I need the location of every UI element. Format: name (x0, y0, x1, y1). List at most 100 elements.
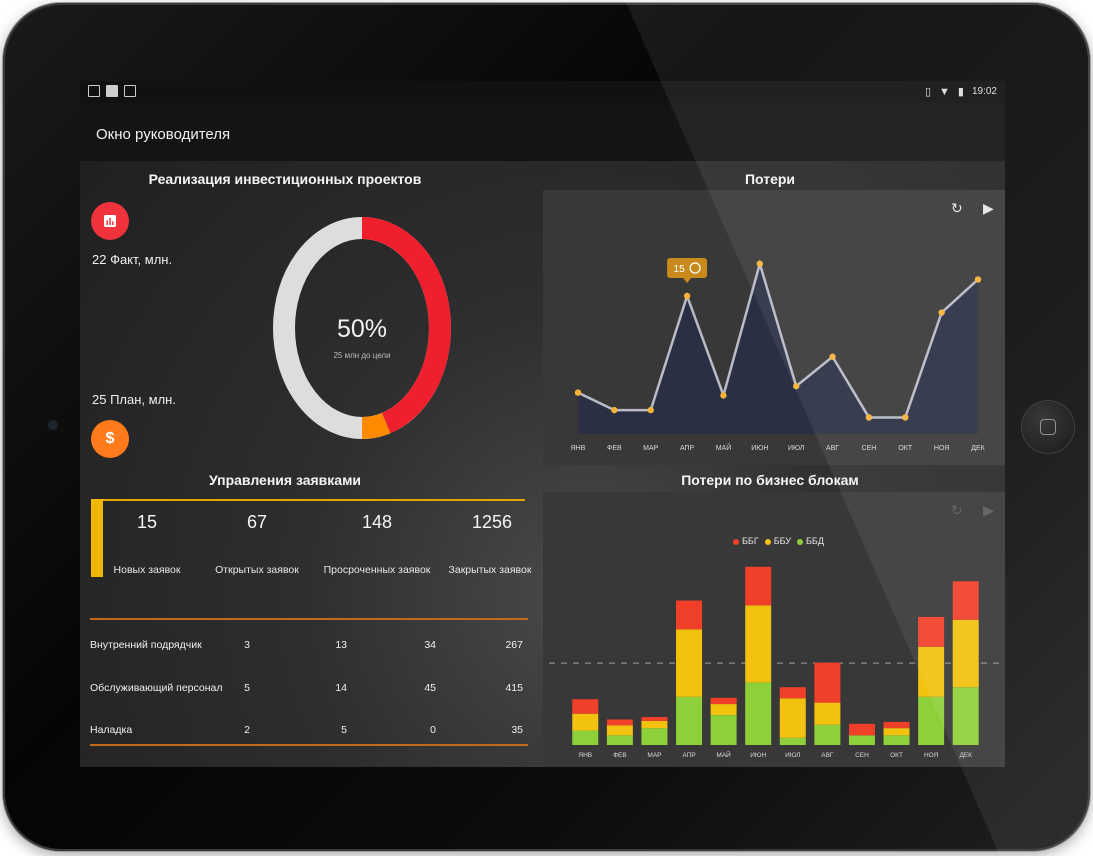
bar-ББГ-8[interactable] (848, 723, 875, 736)
requests-separator-top (90, 618, 528, 620)
gmail-icon (124, 85, 136, 97)
bar-ББД-5[interactable] (745, 682, 772, 745)
bar-ББУ-9[interactable] (883, 728, 910, 736)
bar-ББД-4[interactable] (710, 715, 737, 745)
bar-ББУ-10[interactable] (918, 646, 945, 697)
summary-overdue-value: 148 (361, 512, 393, 532)
row-setup-label: Наладка (90, 724, 133, 736)
losses-point-3[interactable] (683, 292, 691, 300)
bar-ББУ-5[interactable] (745, 605, 772, 683)
business-x-label-5: ИЮН (750, 752, 766, 759)
losses-x-label-4: МАЙ (716, 443, 732, 452)
image-icon (88, 85, 100, 97)
business-x-label-1: ФЕВ (613, 752, 627, 759)
row-internal-contractor-v2: 13 (335, 639, 347, 651)
row-setup-v3: 0 (430, 724, 436, 736)
losses-point-11[interactable] (974, 276, 982, 283)
losses-point-1[interactable] (611, 406, 618, 414)
plan-label: 25 План, млн. (92, 392, 176, 407)
losses-panel: ↻ ▶ ЯНВ ФЕВ МАР АПР МАЙ ИЮН ИЮЛ АВГ СЕН ОКТ НОЯ ДЕК… (543, 190, 1005, 465)
losses-x-label-8: СЕН (862, 445, 877, 452)
bar-ББГ-2[interactable] (641, 717, 668, 721)
bar-ББД-3[interactable] (676, 696, 703, 745)
bar-ББГ-5[interactable] (745, 566, 772, 606)
vibrate-icon: ▯ (924, 86, 932, 98)
losses-x-label-0: ЯНВ (571, 445, 586, 452)
losses-x-label-2: МАР (643, 445, 659, 452)
losses-x-label-5: ИЮН (751, 445, 768, 452)
losses-x-label-11: ДЕК (971, 445, 985, 452)
losses-area (578, 263, 978, 434)
losses-point-10[interactable] (938, 309, 945, 316)
business-x-label-3: АПР (682, 752, 695, 759)
bar-ББУ-7[interactable] (814, 702, 841, 725)
bar-ББГ-4[interactable] (710, 697, 737, 705)
bar-ББД-7[interactable] (814, 724, 841, 745)
requests-title: Управления заявками (208, 472, 362, 488)
row-service-staff-v1: 5 (244, 682, 250, 694)
business-x-label-4: МАЙ (716, 750, 731, 759)
bar-ББГ-7[interactable] (814, 662, 841, 703)
losses-x-label-1: ФЕВ (607, 445, 622, 452)
business-bar-chart: ЯНВ ФЕВ МАР АПР МАЙ ИЮН ИЮЛ АВГ СЕН ОКТ НОЯ ДЕК (549, 566, 999, 759)
business-x-label-10: НОЯ (924, 752, 939, 759)
bar-ББД-2[interactable] (641, 728, 668, 745)
bar-ББУ-1[interactable] (606, 725, 633, 736)
bar-ББГ-10[interactable] (918, 616, 945, 647)
summary-closed-label: Закрытых заявок (448, 564, 532, 576)
status-time: 19:02 (971, 86, 997, 97)
losses-point-8[interactable] (865, 414, 873, 421)
requests-top-line (103, 499, 525, 501)
losses-point-4[interactable] (720, 392, 727, 399)
losses-point-0[interactable] (574, 389, 582, 396)
bar-ББГ-0[interactable] (572, 699, 599, 714)
bar-ББД-9[interactable] (883, 735, 910, 745)
bar-ББУ-4[interactable] (710, 704, 737, 716)
home-square-icon (1040, 419, 1056, 435)
bar-ББД-6[interactable] (779, 737, 806, 745)
bar-ББГ-6[interactable] (779, 687, 806, 699)
bar-ББУ-6[interactable] (779, 698, 806, 738)
fact-button[interactable] (91, 202, 129, 240)
business-x-label-8: СЕН (855, 752, 869, 759)
row-internal-contractor-v1: 3 (244, 639, 250, 651)
bar-ББУ-3[interactable] (676, 629, 703, 697)
bar-ББГ-1[interactable] (606, 719, 633, 726)
bar-ББУ-0[interactable] (572, 713, 599, 731)
fact-label: 22 Факт, млн. (92, 252, 173, 267)
bar-ББГ-11[interactable] (952, 581, 979, 620)
bar-ББГ-9[interactable] (883, 721, 910, 729)
plan-button[interactable]: $ (91, 420, 129, 458)
losses-tooltip: 15 (667, 258, 708, 283)
bar-ББД-10[interactable] (918, 696, 945, 745)
progress-donut: 50% 25 млн до цели (272, 216, 452, 441)
bar-ББГ-3[interactable] (676, 600, 703, 630)
bar-ББУ-11[interactable] (952, 619, 979, 688)
losses-point-6[interactable] (792, 382, 800, 390)
donut-orange-arc (361, 412, 391, 439)
business-legend: ББГ ББУ ББД (733, 536, 824, 546)
row-internal-contractor-label: Внутренний подрядчик (90, 639, 202, 651)
row-setup-v4: 35 (511, 724, 523, 736)
losses-x-label-3: АПР (680, 445, 695, 452)
losses-point-2[interactable] (647, 406, 654, 414)
losses-x-label-10: НОЯ (934, 445, 949, 452)
row-service-staff-v2: 14 (335, 682, 347, 694)
bar-ББД-0[interactable] (572, 730, 599, 745)
donut-subtext: 25 млн до цели (333, 351, 391, 360)
business-x-label-11: ДЕК (959, 752, 972, 759)
bar-ББД-8[interactable] (848, 735, 875, 745)
calendar-icon (106, 85, 118, 97)
wifi-icon: ▼ (939, 85, 950, 98)
losses-x-label-9: ОКТ (898, 445, 913, 452)
losses-point-9[interactable] (902, 414, 909, 421)
bar-ББД-11[interactable] (952, 687, 979, 745)
bar-ББУ-2[interactable] (641, 720, 668, 729)
summary-new-value: 15 (136, 512, 158, 532)
summary-overdue-label: Просроченных заявок (323, 564, 431, 576)
losses-point-7[interactable] (829, 353, 836, 360)
home-button[interactable] (1022, 401, 1074, 453)
losses-point-5[interactable] (756, 260, 764, 267)
bar-ББД-1[interactable] (606, 735, 633, 745)
bar-chart-icon (104, 215, 116, 227)
